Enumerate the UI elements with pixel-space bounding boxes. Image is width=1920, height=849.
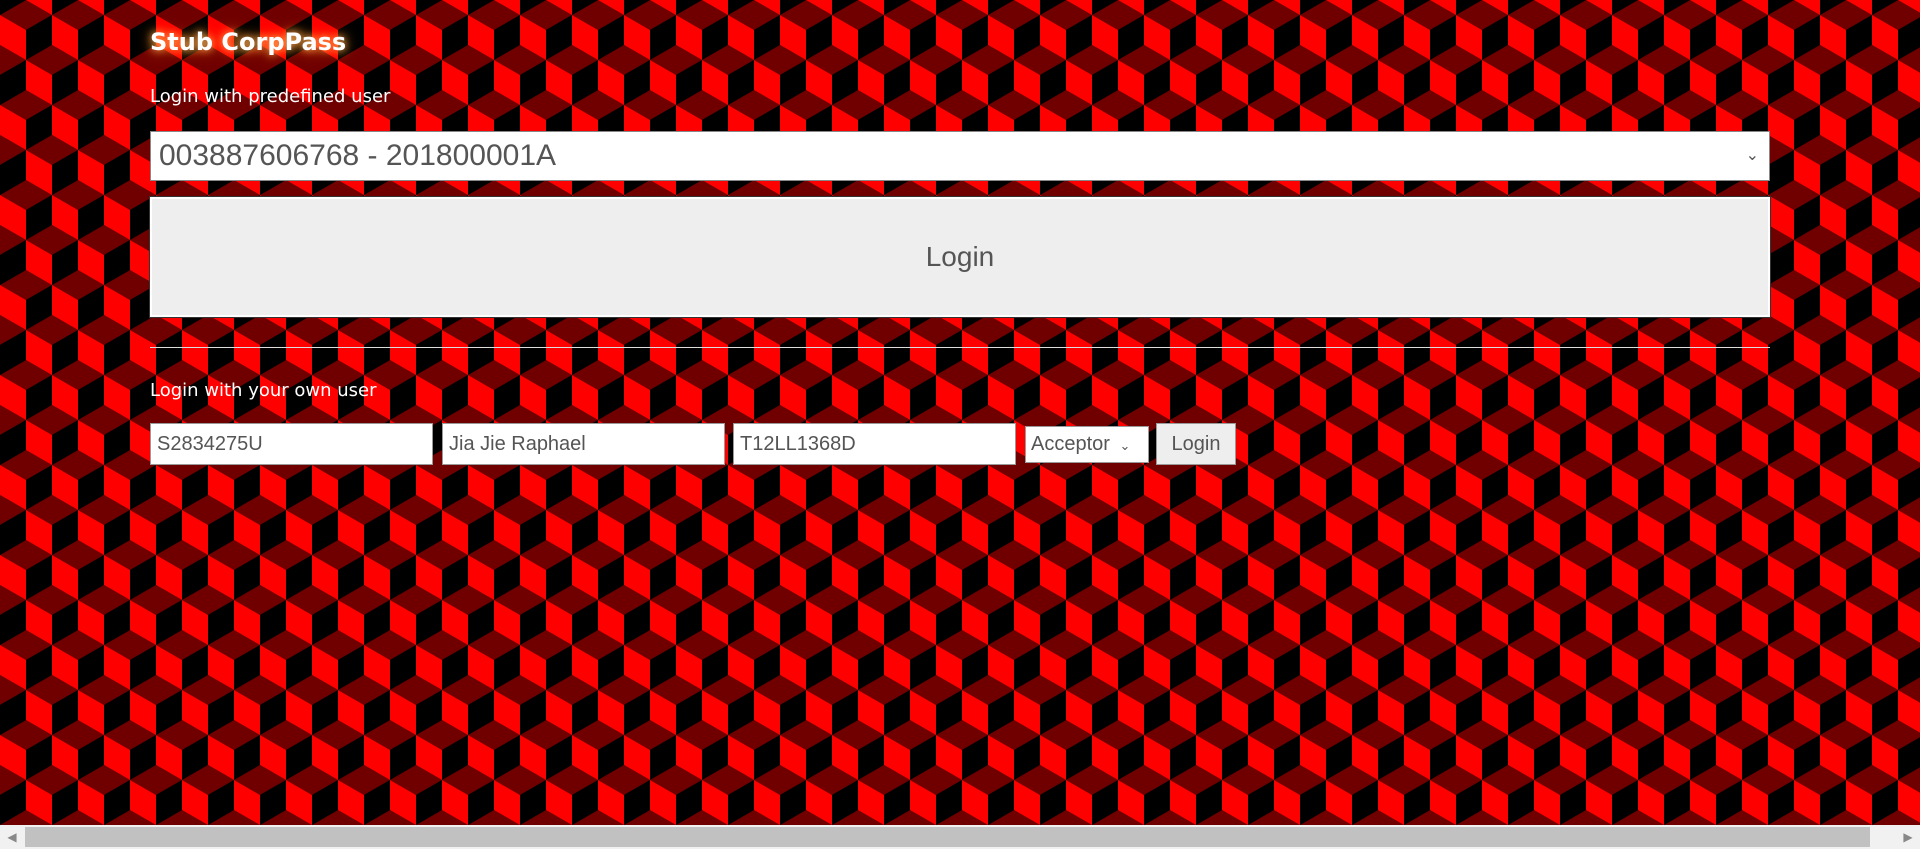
name-input[interactable]: Jia Jie Raphael: [442, 423, 725, 465]
predefined-user-select[interactable]: 003887606768 - 201800001A ⌄: [150, 131, 1770, 181]
divider: [150, 347, 1770, 348]
selected-user-text: 003887606768 - 201800001A: [159, 139, 557, 172]
app-title: Stub CorpPass: [150, 28, 347, 56]
cube-pattern-background: [0, 0, 1920, 825]
scroll-left-arrow-icon[interactable]: ◀: [0, 825, 24, 849]
role-selected-text: Acceptor: [1031, 433, 1110, 455]
predefined-user-label: Login with predefined user: [150, 86, 391, 107]
scrollbar-thumb[interactable]: [25, 827, 1870, 847]
chevron-down-icon: ⌄: [1119, 438, 1131, 453]
role-select[interactable]: Acceptor ⌄: [1025, 426, 1149, 463]
uen-input[interactable]: T12LL1368D: [733, 423, 1016, 465]
scroll-right-arrow-icon[interactable]: ▶: [1896, 825, 1920, 849]
own-user-label: Login with your own user: [150, 380, 377, 401]
predefined-login-button[interactable]: Login: [149, 196, 1771, 318]
horizontal-scrollbar[interactable]: ◀ ▶: [0, 825, 1920, 849]
chevron-down-icon: ⌄: [1745, 147, 1759, 164]
nric-input[interactable]: S2834275U: [150, 423, 433, 465]
own-login-button[interactable]: Login: [1156, 423, 1236, 465]
